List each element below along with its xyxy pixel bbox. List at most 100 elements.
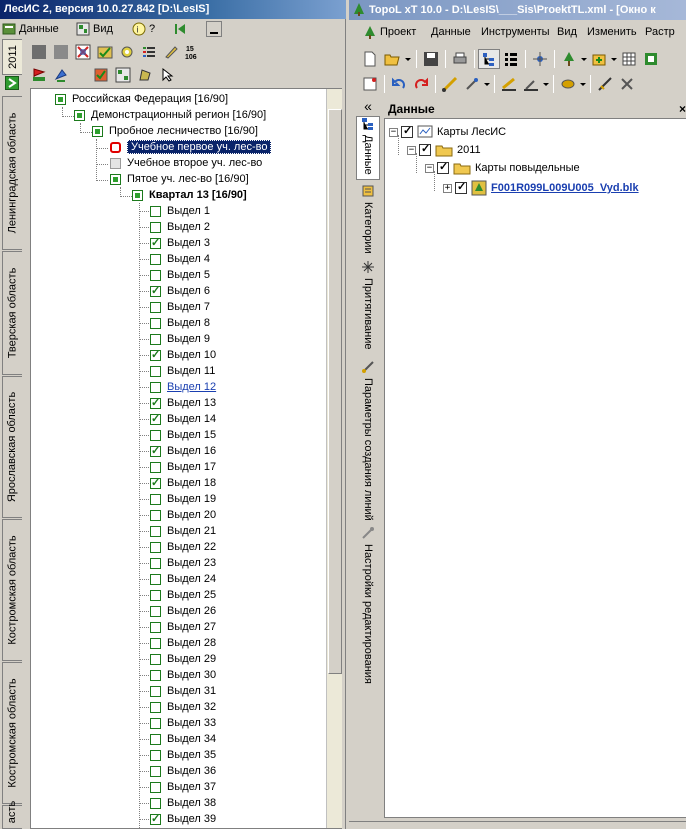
- plot-checkbox[interactable]: [150, 493, 161, 505]
- plot-checkbox[interactable]: [150, 749, 161, 761]
- plot-row[interactable]: Выдел 16: [139, 443, 216, 459]
- select-area-icon[interactable]: [557, 74, 579, 94]
- list-icon[interactable]: [138, 42, 160, 62]
- refresh-arrow-icon[interactable]: [50, 65, 72, 85]
- plot-row[interactable]: Выдел 23: [139, 555, 216, 571]
- district-1-checkbox[interactable]: [110, 141, 121, 153]
- tab-tver[interactable]: Тверская область: [2, 251, 22, 375]
- plot-checkbox[interactable]: [150, 317, 161, 329]
- tree-node-district-1[interactable]: Учебное первое уч. лес-во: [110, 139, 272, 155]
- plot-checkbox[interactable]: [150, 461, 161, 473]
- first-record-icon[interactable]: [172, 21, 188, 37]
- settings-gear-icon[interactable]: [116, 42, 138, 62]
- plot-checkbox[interactable]: [150, 301, 161, 313]
- tab-arrow[interactable]: [2, 76, 22, 90]
- tree-tool-dropdown-icon[interactable]: [580, 49, 588, 69]
- plot-row[interactable]: Выдел 2: [139, 219, 210, 235]
- edit-dropdown-icon[interactable]: [483, 74, 491, 94]
- plot-checkbox[interactable]: [150, 812, 161, 825]
- plot-checkbox[interactable]: [150, 444, 161, 457]
- plot-checkbox[interactable]: [150, 381, 161, 393]
- plot-checkbox[interactable]: [150, 429, 161, 441]
- plot-checkbox[interactable]: [150, 557, 161, 569]
- menu-tools[interactable]: Инструменты: [481, 24, 550, 40]
- map-root-expander[interactable]: −: [389, 127, 398, 137]
- side-tab-data[interactable]: Данные: [356, 116, 380, 180]
- cursor-tool-icon[interactable]: [156, 65, 178, 85]
- map-check-icon[interactable]: [94, 42, 116, 62]
- tree-folder-plots[interactable]: − Карты повыдельные: [425, 159, 580, 177]
- map-root-checkbox[interactable]: [401, 124, 413, 138]
- side-tab-edit-settings[interactable]: Настройки редактирования: [356, 526, 380, 692]
- plot-row[interactable]: Выдел 39: [139, 811, 216, 827]
- open-folder-icon[interactable]: [381, 49, 403, 69]
- plot-row[interactable]: Выдел 32: [139, 699, 216, 715]
- collapse-button[interactable]: «: [356, 99, 380, 113]
- root-checkbox[interactable]: [55, 93, 66, 105]
- plot-row[interactable]: Выдел 35: [139, 747, 216, 763]
- district-3-checkbox[interactable]: [110, 173, 121, 185]
- region-checkbox[interactable]: [74, 109, 85, 121]
- red-flag-icon[interactable]: [28, 65, 50, 85]
- tree-tool-icon[interactable]: [558, 49, 580, 69]
- plot-checkbox[interactable]: [150, 476, 161, 489]
- tree-node-district-2[interactable]: Учебное второе уч. лес-во: [110, 155, 262, 171]
- move-tool-icon[interactable]: [520, 74, 542, 94]
- plot-row[interactable]: Выдел 29: [139, 651, 216, 667]
- draw-polygon-icon[interactable]: [498, 74, 520, 94]
- plot-row[interactable]: Выдел 28: [139, 635, 216, 651]
- pencil-icon[interactable]: [160, 42, 182, 62]
- plot-checkbox[interactable]: [150, 221, 161, 233]
- open-dropdown-icon[interactable]: [403, 49, 413, 69]
- plot-checkbox[interactable]: [150, 333, 161, 345]
- menu-raster[interactable]: Растр: [645, 24, 675, 40]
- plot-checkbox[interactable]: [150, 284, 161, 297]
- plot-row[interactable]: Выдел 38: [139, 795, 216, 811]
- quarter-checkbox[interactable]: [132, 189, 143, 201]
- redo-icon[interactable]: [410, 74, 432, 94]
- menu-project[interactable]: Проект: [363, 24, 416, 40]
- plot-row[interactable]: Выдел 17: [139, 459, 216, 475]
- tab-kostroma-2[interactable]: Костромская область: [2, 662, 22, 804]
- plot-checkbox[interactable]: [150, 348, 161, 361]
- plot-checkbox[interactable]: [150, 701, 161, 713]
- tab-leningrad[interactable]: Ленинградская область: [2, 96, 22, 250]
- plot-row[interactable]: Выдел 26: [139, 603, 216, 619]
- plot-checkbox[interactable]: [150, 396, 161, 409]
- plot-row[interactable]: Выдел 6: [139, 283, 210, 299]
- plot-checkbox[interactable]: [150, 253, 161, 265]
- plot-checkbox[interactable]: [150, 589, 161, 601]
- plot-checkbox[interactable]: [150, 717, 161, 729]
- new-file-icon[interactable]: [359, 49, 381, 69]
- plot-checkbox[interactable]: [150, 412, 161, 425]
- tree-node-root[interactable]: Российская Федерация [16/90]: [55, 91, 228, 107]
- plot-row[interactable]: Выдел 9: [139, 331, 210, 347]
- plot-checkbox[interactable]: [150, 605, 161, 617]
- side-tab-categories[interactable]: Категории: [356, 184, 380, 256]
- tree-node-region[interactable]: Демонстрационный регион [16/90]: [74, 107, 266, 123]
- menu-help[interactable]: i ?: [132, 21, 155, 37]
- menu-edit[interactable]: Изменить: [587, 24, 637, 40]
- tree-node-quarter[interactable]: Квартал 13 [16/90]: [132, 187, 247, 203]
- plot-checkbox[interactable]: [150, 669, 161, 681]
- plot-checkbox[interactable]: [150, 236, 161, 249]
- minimize-icon[interactable]: [206, 21, 222, 37]
- plot-checkbox[interactable]: [150, 525, 161, 537]
- plot-checkbox[interactable]: [150, 541, 161, 553]
- plot-row[interactable]: Выдел 33: [139, 715, 216, 731]
- plot-row[interactable]: Выдел 20: [139, 507, 216, 523]
- tree-file-blk[interactable]: + F001R099L009U005_Vyd.blk: [443, 179, 639, 197]
- check-red-icon[interactable]: [90, 65, 112, 85]
- year-expander[interactable]: −: [407, 145, 416, 155]
- side-tab-line-params[interactable]: Параметры создания линий: [356, 360, 380, 526]
- plot-row[interactable]: Выдел 21: [139, 523, 216, 539]
- add-layer-dropdown-icon[interactable]: [610, 49, 618, 69]
- plot-row[interactable]: Выдел 4: [139, 251, 210, 267]
- close-icon[interactable]: ×: [679, 100, 686, 118]
- gray-square-2-icon[interactable]: [50, 42, 72, 62]
- table-view-icon[interactable]: [112, 65, 134, 85]
- plot-row[interactable]: Выдел 1: [139, 203, 210, 219]
- plot-row[interactable]: Выдел 3: [139, 235, 210, 251]
- snap-points-icon[interactable]: [529, 49, 551, 69]
- plot-row[interactable]: Выдел 34: [139, 731, 216, 747]
